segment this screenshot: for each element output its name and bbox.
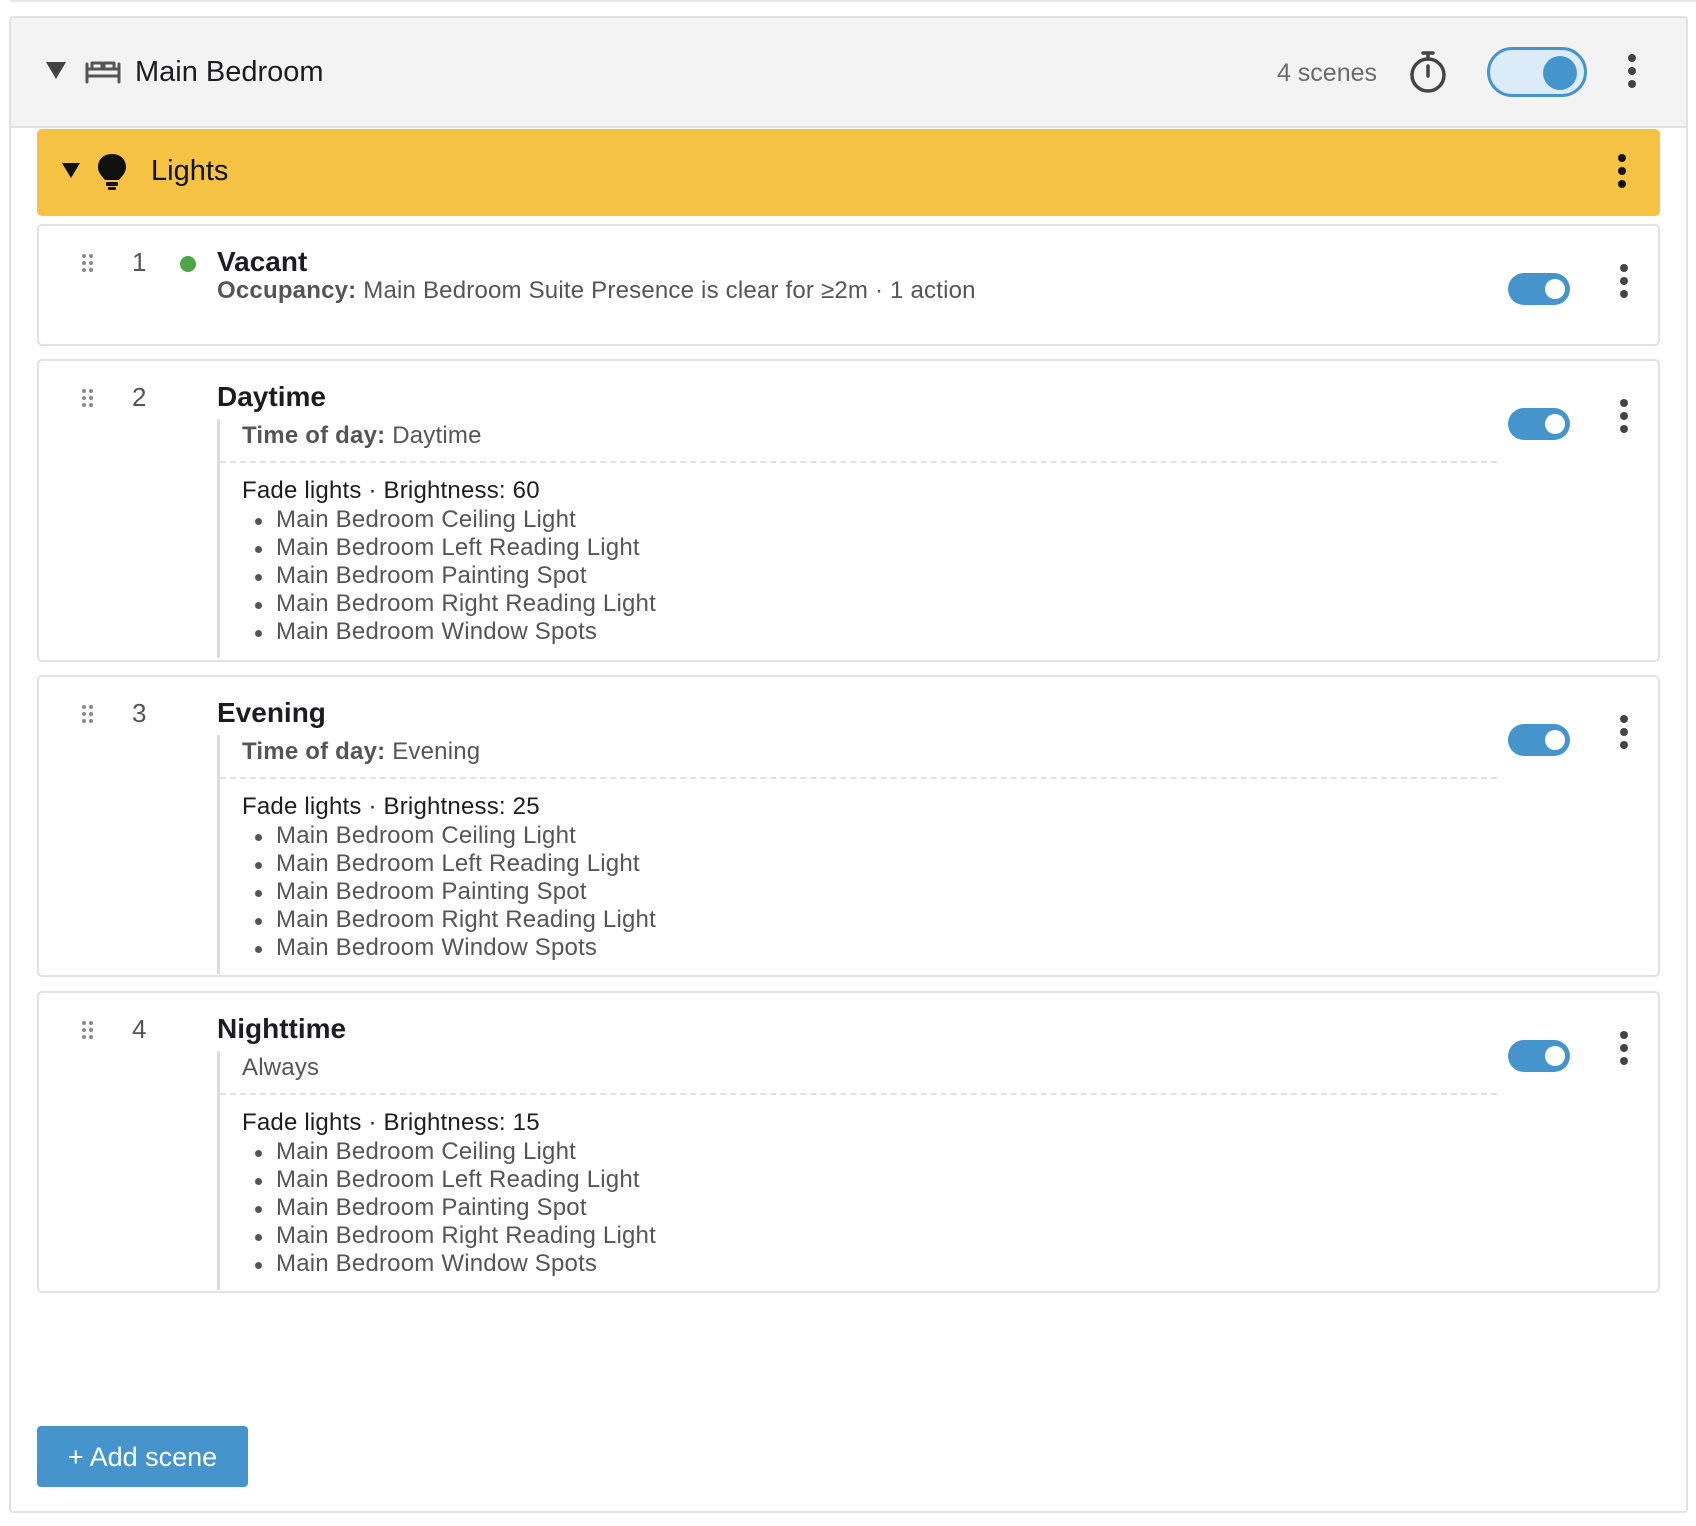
scene-card-nighttime[interactable]: 4 Nighttime Always Fade lights · Brightn…: [37, 991, 1660, 1293]
scene-action: Fade lights · Brightness: 25: [242, 793, 540, 820]
list-item: Main Bedroom Painting Spot: [255, 1194, 1497, 1222]
list-item: Main Bedroom Window Spots: [255, 618, 1497, 646]
condition-label: Time of day:: [242, 738, 386, 765]
scene-menu-icon[interactable]: [1617, 262, 1629, 302]
drag-handle-icon[interactable]: [82, 254, 96, 274]
scene-number: 3: [132, 698, 147, 728]
condition-value: Daytime: [392, 422, 482, 449]
list-item: Main Bedroom Left Reading Light: [255, 534, 1497, 562]
scene-title: Evening: [217, 697, 326, 728]
group-header-lights[interactable]: Lights: [37, 129, 1660, 216]
scene-title: Daytime: [217, 381, 326, 412]
scene-number: 2: [132, 382, 147, 412]
scene-details: Always Fade lights · Brightness: 15 Main…: [217, 1051, 1497, 1290]
scene-condition: Time of day: Daytime: [220, 419, 1497, 463]
drag-handle-icon[interactable]: [82, 389, 96, 409]
scene-count: 4 scenes: [1276, 59, 1377, 87]
condition-label: Time of day:: [242, 422, 386, 449]
list-item: Main Bedroom Left Reading Light: [255, 850, 1497, 878]
top-divider: [10, 0, 1696, 2]
list-item: Main Bedroom Painting Spot: [255, 562, 1497, 590]
condition-value: Always: [242, 1054, 320, 1081]
list-item: Main Bedroom Right Reading Light: [255, 1222, 1497, 1250]
scene-number: 1: [132, 247, 147, 277]
scene-title: Vacant: [217, 246, 308, 277]
group-title: Lights: [151, 155, 229, 187]
stopwatch-icon[interactable]: [1406, 48, 1450, 96]
device-list: Main Bedroom Ceiling Light Main Bedroom …: [220, 1138, 1497, 1278]
list-item: Main Bedroom Left Reading Light: [255, 1166, 1497, 1194]
summary-label: Occupancy:: [217, 277, 357, 304]
active-status-dot: [180, 256, 196, 272]
scene-menu-icon[interactable]: [1617, 397, 1629, 437]
scene-card-daytime[interactable]: 2 Daytime Time of day: Daytime Fade ligh…: [37, 359, 1660, 662]
scene-enable-toggle[interactable]: [1508, 724, 1570, 756]
scene-menu-icon[interactable]: [1617, 713, 1629, 753]
group-menu-icon[interactable]: [1615, 152, 1627, 192]
summary-text: Main Bedroom Suite Presence is clear for…: [363, 277, 976, 304]
scene-action: Fade lights · Brightness: 60: [242, 477, 540, 504]
scene-details: Time of day: Daytime Fade lights · Brigh…: [217, 419, 1497, 658]
scene-enable-toggle[interactable]: [1508, 273, 1570, 305]
list-item: Main Bedroom Ceiling Light: [255, 822, 1497, 850]
room-title: Main Bedroom: [135, 56, 324, 88]
condition-value: Evening: [392, 738, 481, 765]
add-scene-button[interactable]: + Add scene: [37, 1426, 248, 1487]
list-item: Main Bedroom Right Reading Light: [255, 906, 1497, 934]
room-panel: Main Bedroom 4 scenes Lights 1 Vacant Oc…: [9, 16, 1688, 1513]
device-list: Main Bedroom Ceiling Light Main Bedroom …: [220, 822, 1497, 962]
scene-title: Nighttime: [217, 1013, 347, 1044]
scene-enable-toggle[interactable]: [1508, 408, 1570, 440]
device-list: Main Bedroom Ceiling Light Main Bedroom …: [220, 506, 1497, 646]
drag-handle-icon[interactable]: [82, 705, 96, 725]
scene-condition: Time of day: Evening: [220, 735, 1497, 779]
room-header[interactable]: Main Bedroom 4 scenes: [11, 18, 1686, 128]
scene-action: Fade lights · Brightness: 15: [242, 1109, 540, 1136]
scene-condition: Always: [220, 1051, 1497, 1095]
room-menu-icon[interactable]: [1625, 52, 1637, 92]
scene-summary: Occupancy: Main Bedroom Suite Presence i…: [217, 276, 976, 306]
list-item: Main Bedroom Right Reading Light: [255, 590, 1497, 618]
list-item: Main Bedroom Painting Spot: [255, 878, 1497, 906]
scene-menu-icon[interactable]: [1617, 1029, 1629, 1069]
list-item: Main Bedroom Window Spots: [255, 934, 1497, 962]
caret-down-icon[interactable]: [61, 161, 81, 179]
caret-down-icon[interactable]: [44, 59, 68, 81]
bed-icon: [85, 61, 121, 84]
drag-handle-icon[interactable]: [82, 1021, 96, 1041]
scene-details: Time of day: Evening Fade lights · Brigh…: [217, 735, 1497, 974]
toggle-knob: [1543, 56, 1577, 90]
scene-enable-toggle[interactable]: [1508, 1040, 1570, 1072]
lightbulb-icon: [98, 154, 126, 190]
list-item: Main Bedroom Ceiling Light: [255, 506, 1497, 534]
list-item: Main Bedroom Window Spots: [255, 1250, 1497, 1278]
scene-card-vacant[interactable]: 1 Vacant Occupancy: Main Bedroom Suite P…: [37, 224, 1660, 346]
list-item: Main Bedroom Ceiling Light: [255, 1138, 1497, 1166]
room-enable-toggle[interactable]: [1487, 47, 1587, 97]
scene-number: 4: [132, 1014, 147, 1044]
scene-card-evening[interactable]: 3 Evening Time of day: Evening Fade ligh…: [37, 675, 1660, 977]
